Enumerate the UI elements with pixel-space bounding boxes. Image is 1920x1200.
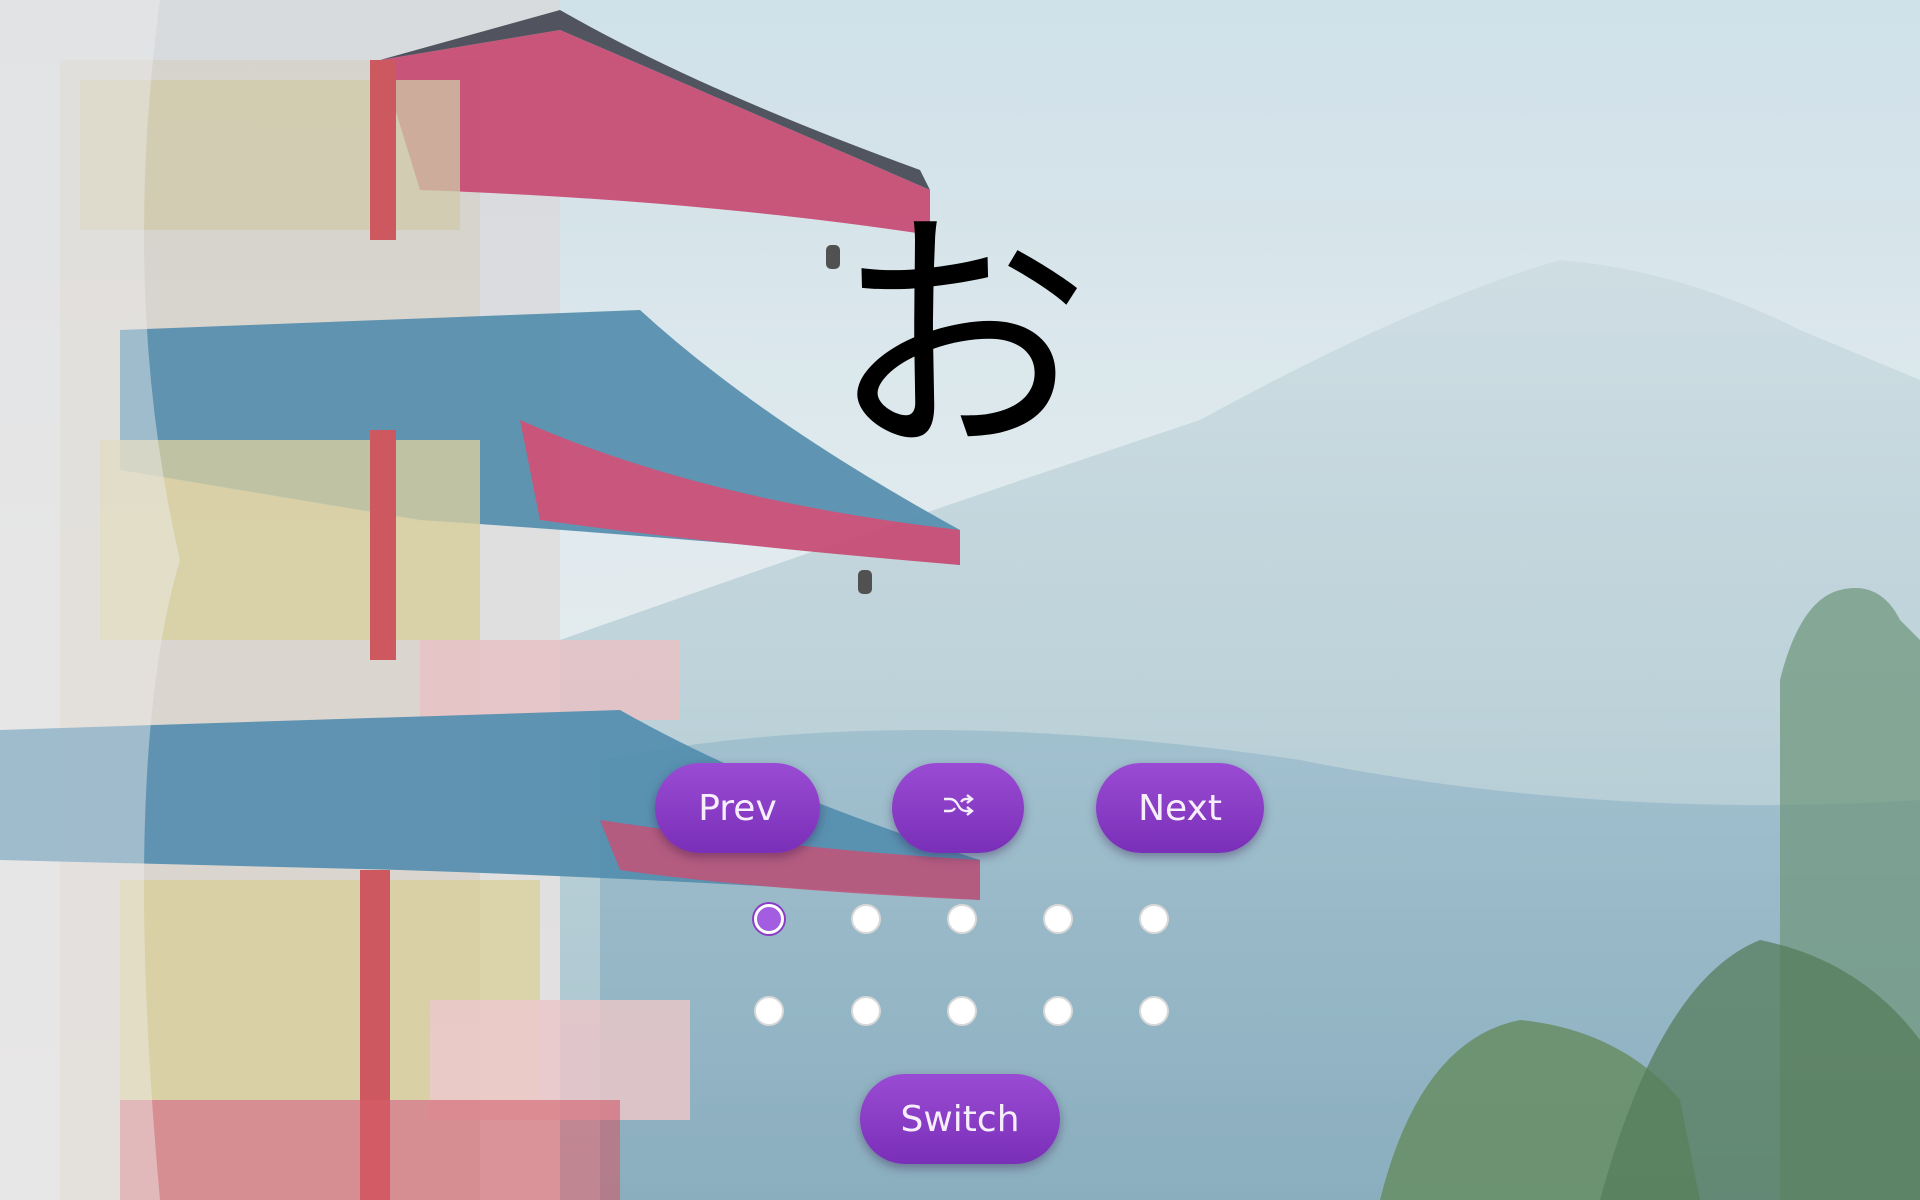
app-stage: お Prev Next Switch <box>0 0 1920 1200</box>
switch-button[interactable]: Switch <box>860 1074 1060 1164</box>
page-dot-2[interactable] <box>851 904 881 934</box>
switch-button-label: Switch <box>900 1098 1020 1140</box>
page-dot-1[interactable] <box>754 904 784 934</box>
page-dot-9[interactable] <box>1043 996 1073 1026</box>
shuffle-button[interactable] <box>892 763 1024 853</box>
page-dot-8[interactable] <box>947 996 977 1026</box>
next-button-label: Next <box>1138 787 1222 829</box>
page-dot-7[interactable] <box>851 996 881 1026</box>
prev-button-label: Prev <box>698 787 777 829</box>
page-dot-3[interactable] <box>947 904 977 934</box>
page-dot-6[interactable] <box>754 996 784 1026</box>
page-dot-10[interactable] <box>1139 996 1169 1026</box>
flashcard-character: お <box>830 189 1090 491</box>
next-button[interactable]: Next <box>1096 763 1264 853</box>
shuffle-icon <box>942 788 974 829</box>
page-dot-5[interactable] <box>1139 904 1169 934</box>
prev-button[interactable]: Prev <box>655 763 820 853</box>
page-dot-4[interactable] <box>1043 904 1073 934</box>
